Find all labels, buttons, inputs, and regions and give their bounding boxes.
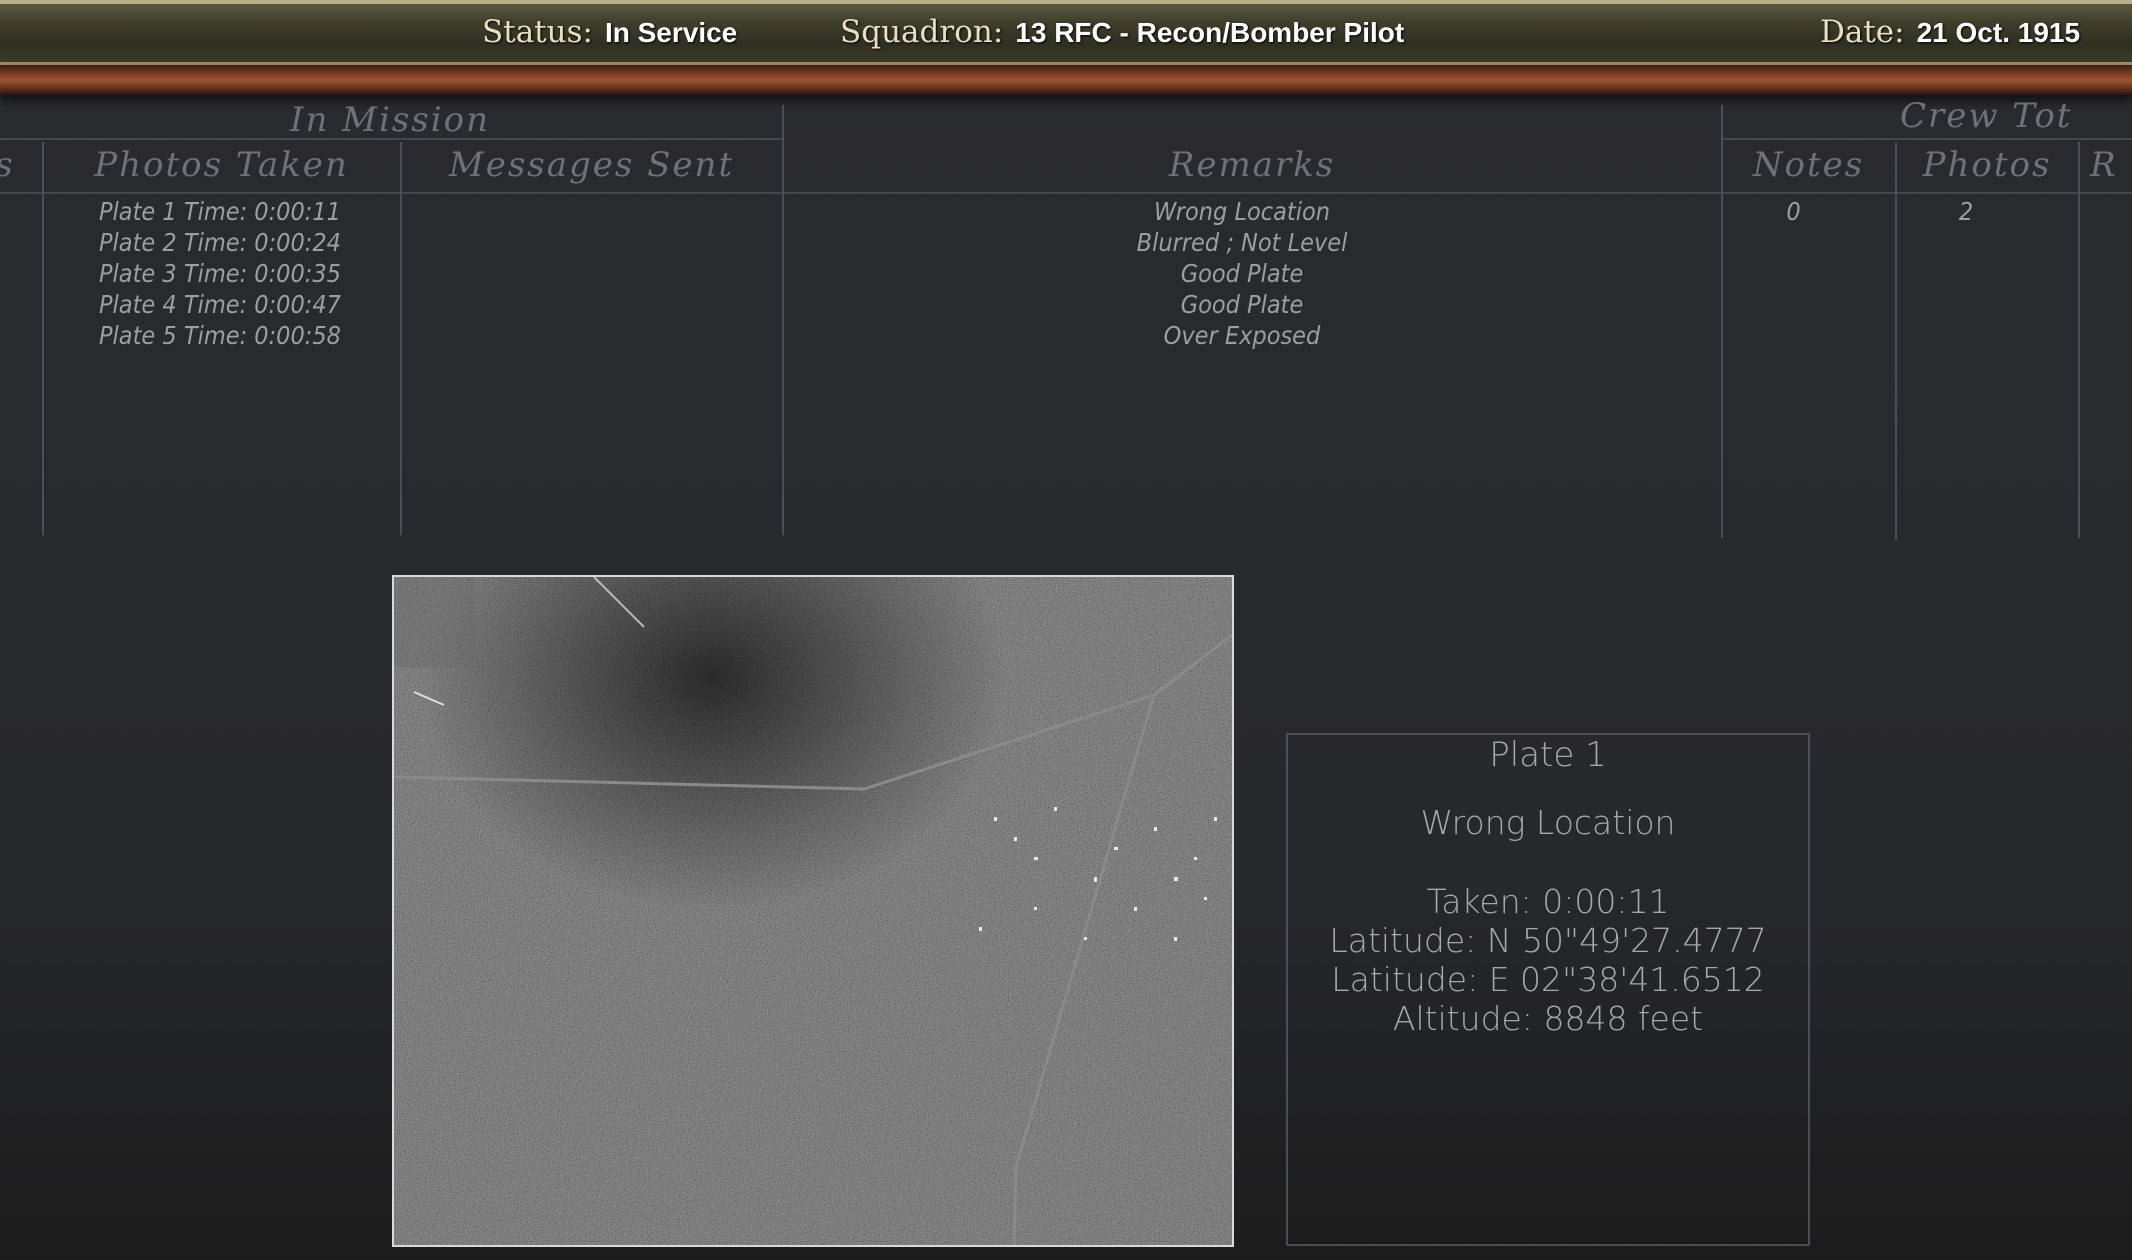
plate-title: Plate 1 — [1489, 735, 1607, 775]
wood-frame-divider — [0, 65, 2132, 95]
status-bar: Status: In Service Squadron: 13 RFC - Re… — [0, 0, 2132, 65]
column-header-partial-right: R — [2090, 145, 2118, 185]
squadron-group: Squadron: 13 RFC - Recon/Bomber Pilot — [840, 14, 1404, 54]
column-divider — [42, 142, 44, 535]
column-header-messages-sent: Messages Sent — [448, 145, 735, 185]
column-divider — [2078, 142, 2080, 538]
group-header-crew-totals: Crew Tot — [1900, 96, 2073, 136]
status-group: Status: In Service — [482, 14, 737, 54]
squadron-label: Squadron: — [840, 14, 1004, 50]
list-item: Plate 3 Time: 0:00:35 — [99, 259, 341, 288]
date-group: Date: 21 Oct. 1915 — [1820, 14, 2080, 54]
column-header-photos-taken: Photos Taken — [94, 145, 349, 185]
group-header-in-mission: In Mission — [290, 100, 490, 140]
plate-latitude-n: Latitude: N 50"49'27.4777 — [1329, 921, 1767, 960]
plate-altitude: Altitude: 8848 feet — [1392, 999, 1704, 1038]
list-item: Wrong Location — [1154, 197, 1330, 226]
column-header-photos: Photos — [1922, 145, 2052, 185]
plate-latitude-e: Latitude: E 02"38'41.6512 — [1331, 960, 1765, 999]
column-header-notes: Notes — [1752, 145, 1865, 185]
aerial-photo-image — [394, 577, 1232, 1245]
status-value: In Service — [604, 17, 738, 48]
list-item: Good Plate — [1180, 290, 1304, 319]
photos-taken-list: Plate 1 Time: 0:00:11 Plate 2 Time: 0:00… — [99, 196, 399, 351]
list-item: Plate 5 Time: 0:00:58 — [99, 321, 341, 350]
status-label: Status: — [482, 14, 593, 50]
date-value: 21 Oct. 1915 — [1916, 17, 2081, 48]
column-divider — [782, 105, 784, 535]
squadron-value: 13 RFC - Recon/Bomber Pilot — [1015, 17, 1405, 48]
header-divider — [0, 192, 2132, 194]
plate-remark: Wrong Location — [1420, 803, 1676, 842]
list-item: Blurred ; Not Level — [1136, 228, 1348, 257]
notes-total: 0 — [1786, 197, 1801, 226]
column-divider — [400, 142, 402, 535]
plate-info-panel: Plate 1 Wrong Location Taken: 0:00:11 La… — [1286, 733, 1810, 1246]
column-header-partial-left: s — [0, 145, 20, 185]
list-item: Good Plate — [1180, 259, 1304, 288]
list-item: Plate 2 Time: 0:00:24 — [99, 228, 341, 257]
remarks-list: Wrong Location Blurred ; Not Level Good … — [1092, 196, 1392, 351]
column-header-remarks: Remarks — [1168, 145, 1336, 185]
date-label: Date: — [1820, 14, 1905, 50]
reconnaissance-photo — [392, 575, 1234, 1247]
list-item: Plate 4 Time: 0:00:47 — [99, 290, 341, 319]
photos-total: 2 — [1958, 197, 1974, 226]
column-divider — [1721, 105, 1723, 538]
list-item: Plate 1 Time: 0:00:11 — [99, 197, 341, 226]
group-divider-crew-totals — [1722, 138, 2132, 140]
list-item: Over Exposed — [1163, 321, 1321, 350]
plate-taken-time: Taken: 0:00:11 — [1426, 882, 1670, 921]
group-divider-in-mission — [0, 138, 782, 140]
